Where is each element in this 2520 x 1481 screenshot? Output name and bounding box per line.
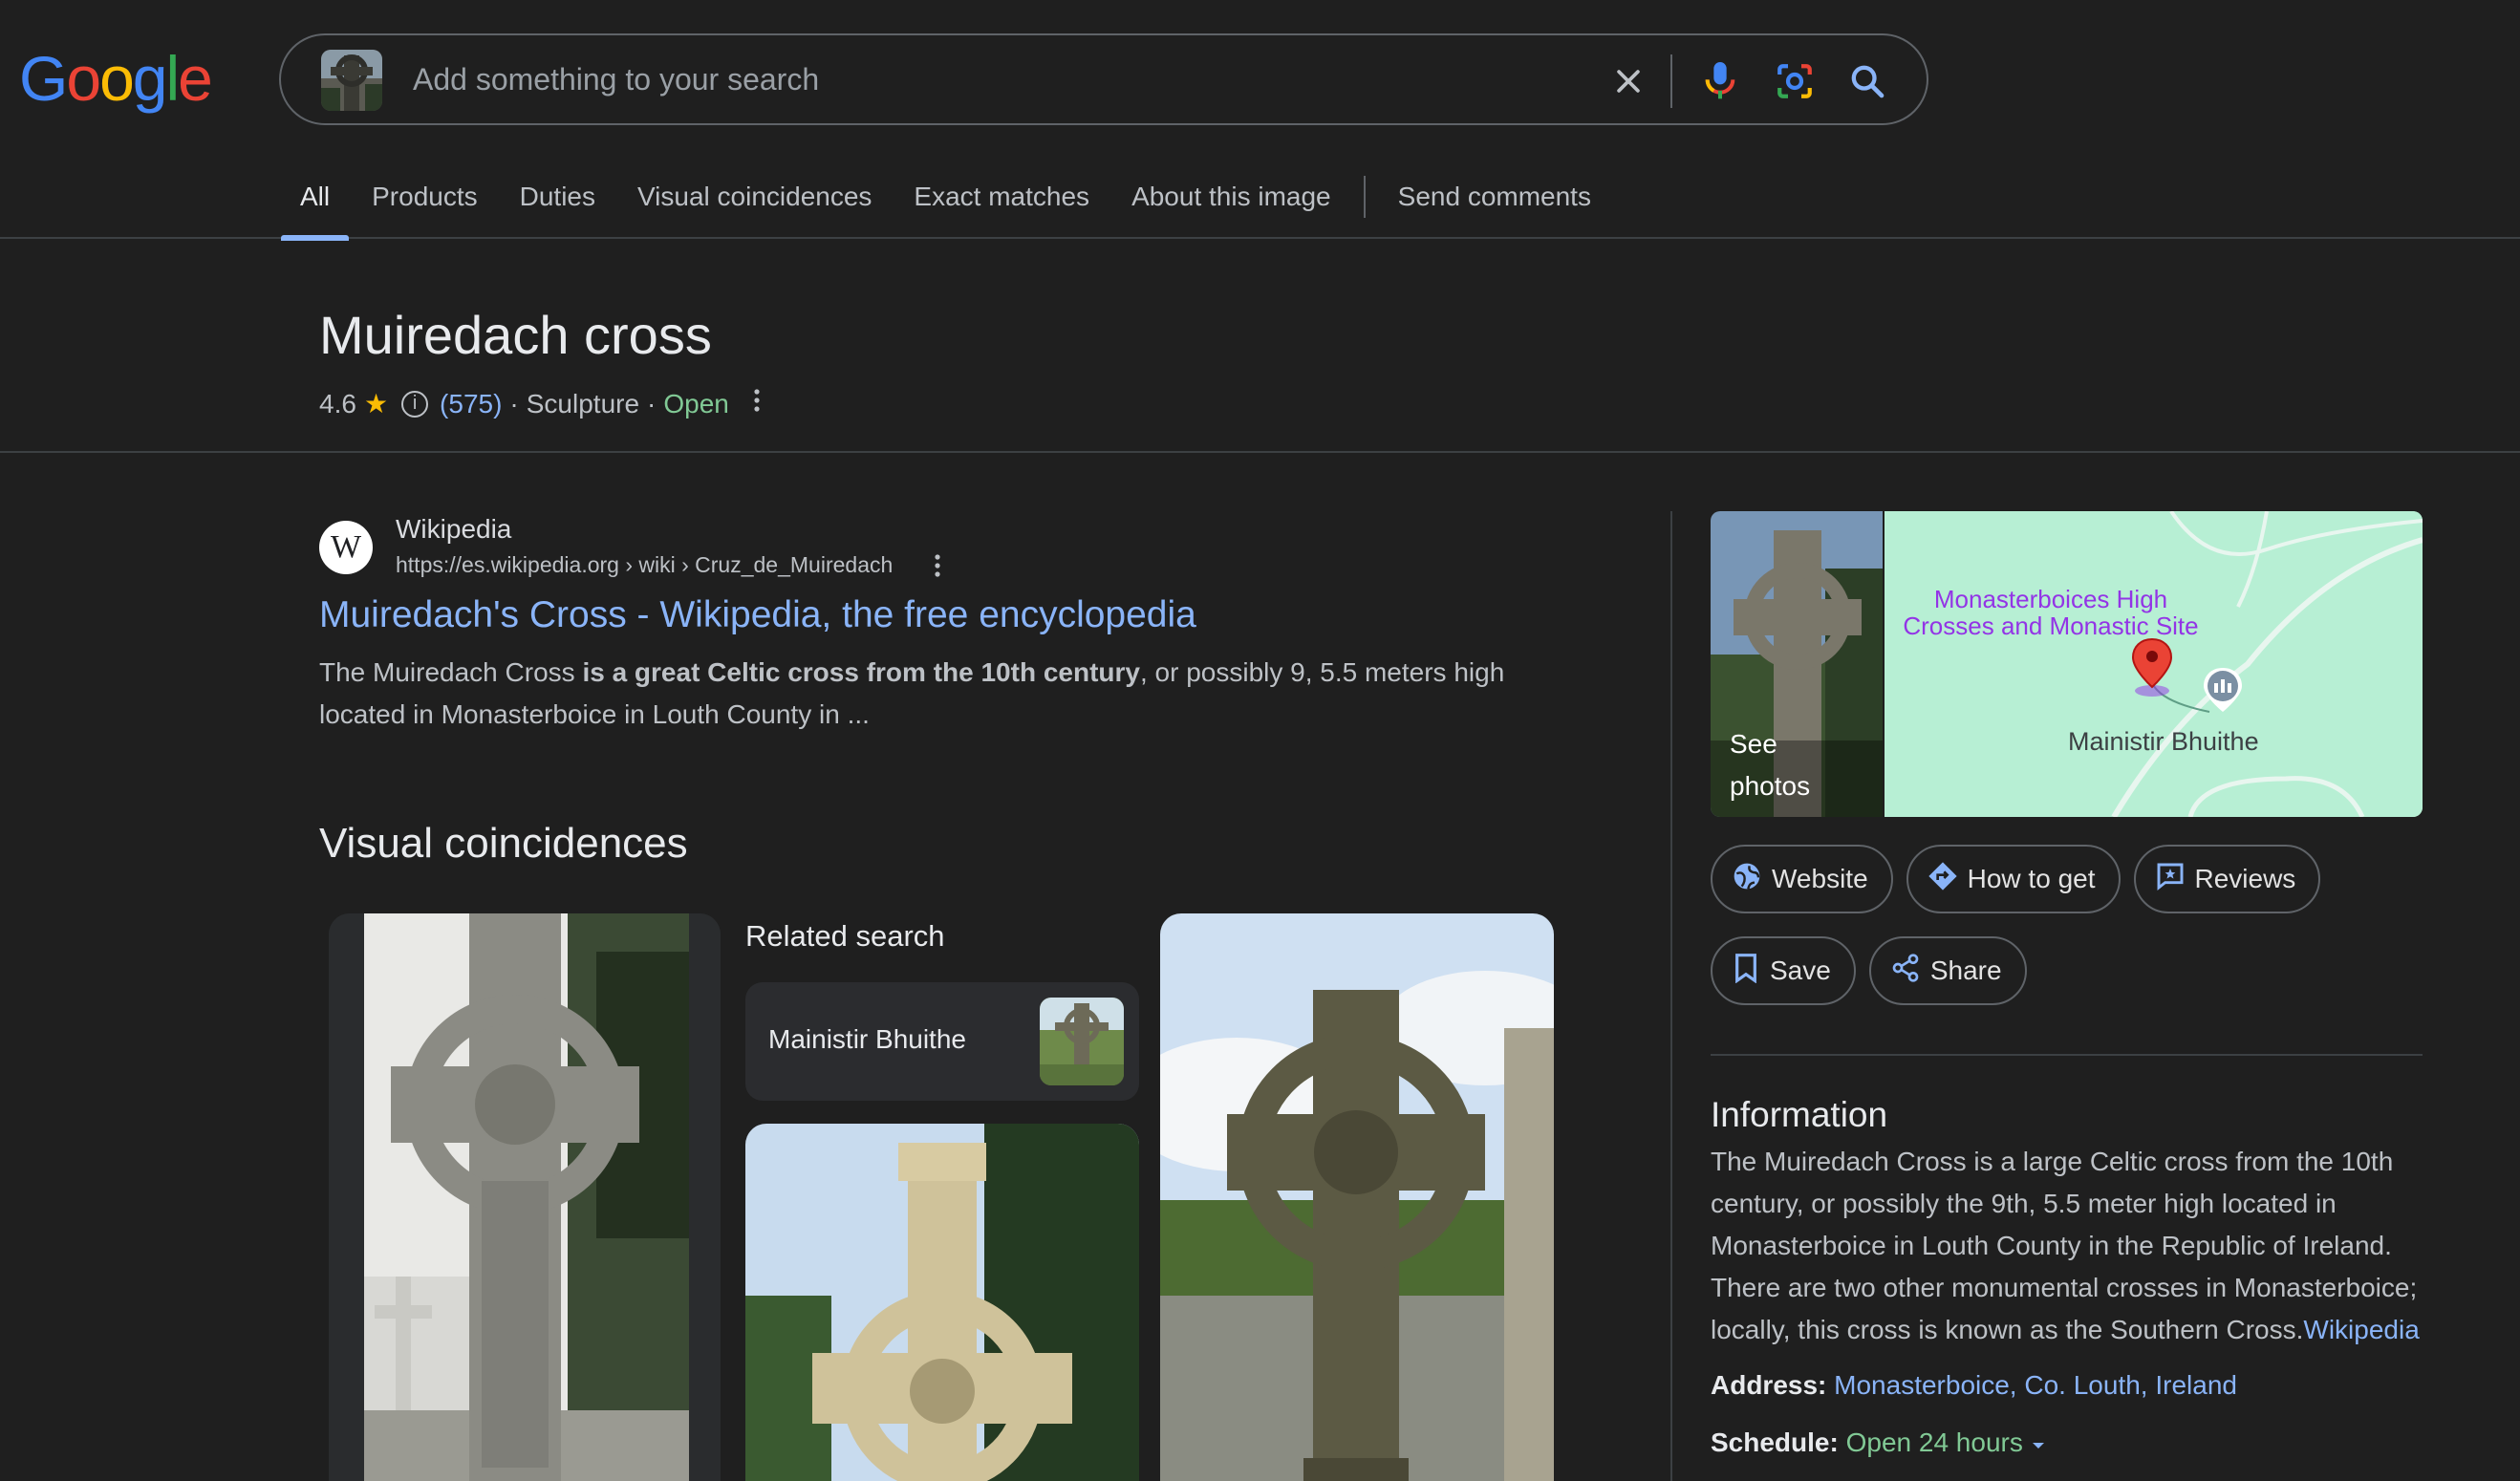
- star-icon: ★: [363, 389, 389, 419]
- map-place-label: Mainistir Bhuithe: [2068, 727, 2259, 756]
- directions-button[interactable]: How to get: [1906, 845, 2121, 913]
- address-link[interactable]: Monasterboice, Co. Louth, Ireland: [1834, 1370, 2237, 1400]
- information-text: The Muiredach Cross is a large Celtic cr…: [1711, 1147, 2420, 1344]
- tab-about-this-image[interactable]: About this image: [1131, 182, 1331, 239]
- result-snippet: The Muiredach Cross is a great Celtic cr…: [319, 657, 1505, 729]
- address-row: Address: Monasterboice, Co. Louth, Irela…: [1711, 1370, 2237, 1401]
- share-button[interactable]: Share: [1868, 936, 2027, 1005]
- share-icon: [1890, 953, 1930, 990]
- entity-category: Sculpture: [526, 388, 640, 419]
- chevron-down-icon[interactable]: [2031, 1427, 2046, 1457]
- bookmark-icon: [1732, 953, 1770, 990]
- entity-header: Muiredach cross 4.6 ★ i (575) · Sculptur…: [319, 304, 762, 420]
- header: Google Add something to your search All …: [0, 0, 2520, 241]
- divider: [1711, 1054, 2423, 1056]
- separator-dot: ·: [647, 388, 657, 419]
- entity-meta: 4.6 ★ i (575) · Sculpture · Open: [319, 387, 762, 420]
- map-pin-icon[interactable]: [2129, 637, 2175, 703]
- search-box[interactable]: [279, 33, 1928, 125]
- search-tabs: All Products Duties Visual coincidences …: [280, 176, 1633, 241]
- see-photos-tile[interactable]: See photos: [1711, 511, 1883, 817]
- review-icon: [2155, 861, 2195, 898]
- related-search-thumbnail: [1040, 998, 1124, 1085]
- location-map[interactable]: Monasterboices High Crosses and Monastic…: [1885, 511, 2423, 817]
- directions-icon: [1928, 861, 1968, 898]
- divider: [0, 451, 2520, 453]
- tab-send-comments[interactable]: Send comments: [1398, 182, 1591, 239]
- visual-coincidences-heading: Visual coincidences: [319, 820, 688, 867]
- globe-icon: [1732, 861, 1772, 898]
- microphone-icon[interactable]: [1695, 56, 1745, 106]
- close-icon[interactable]: [1604, 56, 1653, 106]
- wikipedia-link[interactable]: Wikipedia: [2303, 1315, 2419, 1344]
- schedule-row: Schedule: Open 24 hours: [1711, 1427, 2046, 1458]
- wikipedia-favicon: W: [319, 521, 373, 574]
- tab-all[interactable]: All: [280, 182, 350, 241]
- website-button[interactable]: Website: [1711, 845, 1893, 913]
- tab-products[interactable]: Products: [372, 182, 478, 239]
- entity-title: Muiredach cross: [319, 305, 712, 365]
- search-image-thumbnail[interactable]: [321, 50, 382, 111]
- open-status: Open: [663, 388, 729, 419]
- more-options-icon[interactable]: [933, 552, 942, 586]
- tab-visual-coincidences[interactable]: Visual coincidences: [637, 182, 872, 239]
- review-count-link[interactable]: (575): [440, 389, 502, 419]
- info-icon[interactable]: i: [401, 390, 429, 418]
- tab-exact-matches[interactable]: Exact matches: [914, 182, 1089, 239]
- information-heading: Information: [1711, 1095, 1888, 1134]
- result-site-name[interactable]: Wikipedia: [396, 514, 511, 545]
- see-photos-label: See photos: [1730, 729, 1811, 801]
- action-chips-row: Save Share: [1711, 936, 2040, 1005]
- address-label: Address:: [1711, 1370, 1827, 1400]
- more-options-icon[interactable]: [752, 387, 762, 420]
- search-input[interactable]: [413, 54, 1368, 104]
- reviews-button[interactable]: Reviews: [2133, 845, 2321, 913]
- visual-match-image[interactable]: [745, 1124, 1139, 1481]
- schedule-value[interactable]: Open 24 hours: [1846, 1427, 2023, 1457]
- related-search-heading: Related search: [745, 919, 945, 953]
- map-place-label: Monasterboices High Crosses and Monastic…: [1903, 585, 2199, 640]
- separator-dot: ·: [509, 388, 519, 419]
- visual-match-image[interactable]: [1160, 913, 1554, 1481]
- lens-camera-icon[interactable]: [1770, 56, 1820, 106]
- save-button[interactable]: Save: [1711, 936, 1856, 1005]
- tab-duties[interactable]: Duties: [520, 182, 595, 239]
- rating-value: 4.6: [319, 388, 356, 419]
- result-url[interactable]: https://es.wikipedia.org › wiki › Cruz_d…: [396, 552, 893, 578]
- landmark-icon[interactable]: [2200, 666, 2246, 720]
- tab-separator: [1363, 176, 1366, 218]
- related-search-label: Mainistir Bhuithe: [768, 1024, 966, 1054]
- visual-match-image[interactable]: [329, 913, 721, 1481]
- search-icon[interactable]: [1842, 56, 1892, 106]
- column-divider: [1670, 511, 1672, 1481]
- schedule-label: Schedule:: [1711, 1427, 1839, 1457]
- result-title-link[interactable]: Muiredach's Cross - Wikipedia, the free …: [319, 594, 1196, 636]
- search-divider: [1670, 54, 1672, 108]
- google-logo[interactable]: Google: [19, 42, 213, 115]
- action-chips-row: Website How to get Reviews: [1711, 845, 2334, 913]
- related-search-chip[interactable]: Mainistir Bhuithe: [745, 982, 1139, 1101]
